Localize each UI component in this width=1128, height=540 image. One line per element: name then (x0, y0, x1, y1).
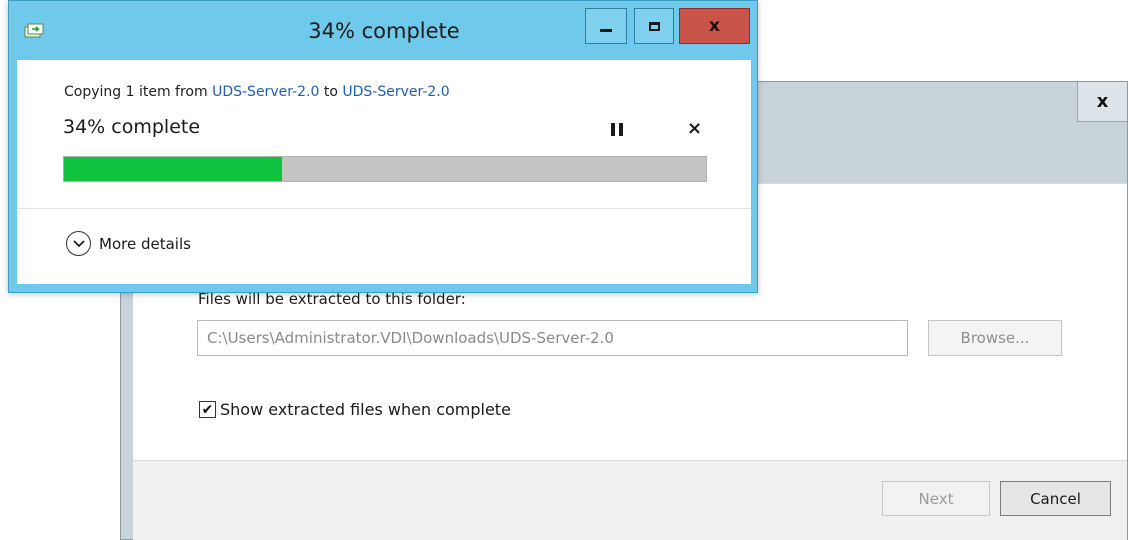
show-files-label: Show extracted files when complete (220, 400, 511, 419)
show-files-option[interactable]: ✔ Show extracted files when complete (199, 400, 511, 419)
maximize-icon (648, 21, 660, 31)
copy-progress-window: 34% complete x Copying 1 item from UDS-S… (8, 0, 758, 293)
more-details-label: More details (99, 234, 191, 253)
cancel-button[interactable]: Cancel (1000, 481, 1111, 516)
source-link[interactable]: UDS-Server-2.0 (212, 84, 319, 100)
pause-icon[interactable] (611, 123, 623, 136)
maximize-button[interactable] (634, 8, 674, 44)
minimize-button[interactable] (585, 8, 627, 44)
minimize-icon (600, 28, 612, 32)
progress-status: 34% complete (63, 116, 201, 138)
extract-path-field[interactable]: C:\Users\Administrator.VDI\Downloads\UDS… (197, 320, 908, 356)
to-word: to (319, 84, 343, 100)
close-button[interactable]: x (679, 8, 750, 44)
next-button[interactable]: Next (882, 481, 990, 516)
wizard-close-button[interactable]: x (1077, 82, 1127, 122)
chevron-down-icon (66, 231, 91, 256)
close-icon: x (709, 16, 720, 36)
wizard-footer: Next Cancel (133, 460, 1127, 540)
cancel-icon[interactable]: × (687, 118, 702, 139)
divider (17, 208, 751, 209)
destination-link[interactable]: UDS-Server-2.0 (342, 84, 449, 100)
checkmark-icon: ✔ (201, 401, 214, 418)
browse-button[interactable]: Browse... (928, 320, 1062, 356)
copying-description: Copying 1 item from UDS-Server-2.0 to UD… (64, 84, 450, 100)
progress-fill (64, 157, 283, 181)
close-icon: x (1096, 91, 1109, 112)
copy-dialog-body: Copying 1 item from UDS-Server-2.0 to UD… (17, 60, 751, 284)
progress-bar (63, 156, 707, 182)
more-details-toggle[interactable]: More details (66, 231, 191, 256)
copying-prefix: Copying 1 item from (64, 84, 213, 100)
show-files-checkbox[interactable]: ✔ (199, 401, 216, 418)
